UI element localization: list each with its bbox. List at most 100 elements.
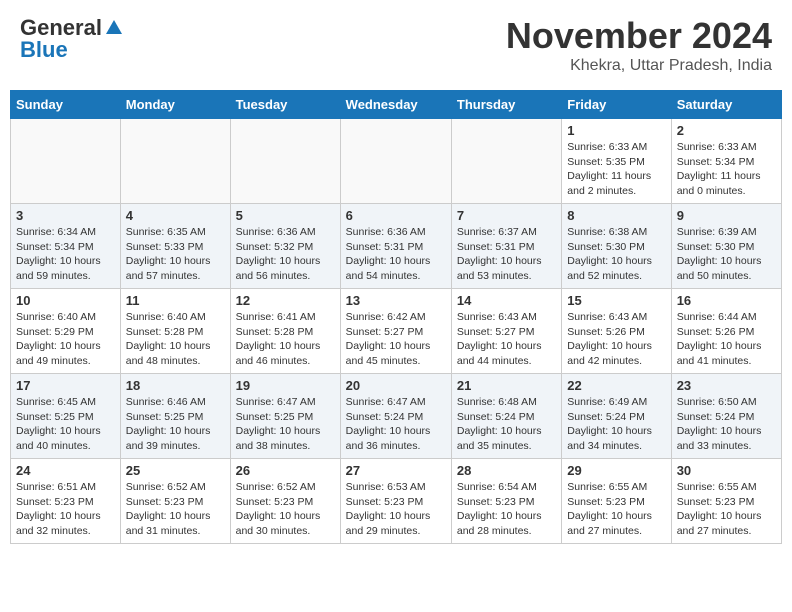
day-number: 8 [567, 208, 665, 223]
day-info: Sunrise: 6:44 AM Sunset: 5:26 PM Dayligh… [677, 310, 776, 369]
calendar-day-24: 24 Sunrise: 6:51 AM Sunset: 5:23 PM Dayli… [11, 459, 121, 544]
calendar-day-17: 17 Sunrise: 6:45 AM Sunset: 5:25 PM Dayli… [11, 374, 121, 459]
day-number: 13 [346, 293, 446, 308]
calendar-day-5: 5 Sunrise: 6:36 AM Sunset: 5:32 PM Daylig… [230, 204, 340, 289]
day-number: 21 [457, 378, 556, 393]
day-info: Sunrise: 6:33 AM Sunset: 5:34 PM Dayligh… [677, 140, 776, 199]
day-number: 22 [567, 378, 665, 393]
weekday-header-friday: Friday [562, 91, 671, 119]
day-info: Sunrise: 6:49 AM Sunset: 5:24 PM Dayligh… [567, 395, 665, 454]
calendar-day-3: 3 Sunrise: 6:34 AM Sunset: 5:34 PM Daylig… [11, 204, 121, 289]
day-info: Sunrise: 6:35 AM Sunset: 5:33 PM Dayligh… [126, 225, 225, 284]
day-info: Sunrise: 6:37 AM Sunset: 5:31 PM Dayligh… [457, 225, 556, 284]
day-number: 11 [126, 293, 225, 308]
calendar-day-16: 16 Sunrise: 6:44 AM Sunset: 5:26 PM Dayli… [671, 289, 781, 374]
weekday-header-monday: Monday [120, 91, 230, 119]
day-number: 7 [457, 208, 556, 223]
calendar-day-empty [451, 119, 561, 204]
day-number: 15 [567, 293, 665, 308]
day-number: 30 [677, 463, 776, 478]
day-info: Sunrise: 6:53 AM Sunset: 5:23 PM Dayligh… [346, 480, 446, 539]
calendar-day-14: 14Sunrise: 6:43 AM Sunset: 5:27 PM Dayli… [451, 289, 561, 374]
calendar-day-empty [340, 119, 451, 204]
calendar-day-2: 2 Sunrise: 6:33 AM Sunset: 5:34 PM Daylig… [671, 119, 781, 204]
day-info: Sunrise: 6:46 AM Sunset: 5:25 PM Dayligh… [126, 395, 225, 454]
day-info: Sunrise: 6:34 AM Sunset: 5:34 PM Dayligh… [16, 225, 115, 284]
day-number: 26 [236, 463, 335, 478]
day-info: Sunrise: 6:47 AM Sunset: 5:24 PM Dayligh… [346, 395, 446, 454]
calendar-day-29: 29 Sunrise: 6:55 AM Sunset: 5:23 PM Dayli… [562, 459, 671, 544]
calendar-day-12: 12 Sunrise: 6:41 AM Sunset: 5:28 PM Dayli… [230, 289, 340, 374]
day-number: 16 [677, 293, 776, 308]
day-number: 3 [16, 208, 115, 223]
day-info: Sunrise: 6:41 AM Sunset: 5:28 PM Dayligh… [236, 310, 335, 369]
day-number: 25 [126, 463, 225, 478]
calendar-day-6: 6 Sunrise: 6:36 AM Sunset: 5:31 PM Daylig… [340, 204, 451, 289]
day-number: 18 [126, 378, 225, 393]
calendar-day-4: 4Sunrise: 6:35 AM Sunset: 5:33 PM Daylig… [120, 204, 230, 289]
day-info: Sunrise: 6:47 AM Sunset: 5:25 PM Dayligh… [236, 395, 335, 454]
page-header: General Blue November 2024 Khekra, Uttar… [10, 10, 782, 80]
day-info: Sunrise: 6:43 AM Sunset: 5:27 PM Dayligh… [457, 310, 556, 369]
day-info: Sunrise: 6:38 AM Sunset: 5:30 PM Dayligh… [567, 225, 665, 284]
logo-blue: Blue [20, 37, 68, 63]
day-number: 5 [236, 208, 335, 223]
day-number: 2 [677, 123, 776, 138]
calendar-day-23: 23Sunrise: 6:50 AM Sunset: 5:24 PM Dayli… [671, 374, 781, 459]
weekday-header-sunday: Sunday [11, 91, 121, 119]
day-number: 12 [236, 293, 335, 308]
calendar-day-28: 28Sunrise: 6:54 AM Sunset: 5:23 PM Dayli… [451, 459, 561, 544]
calendar-day-20: 20 Sunrise: 6:47 AM Sunset: 5:24 PM Dayli… [340, 374, 451, 459]
day-info: Sunrise: 6:51 AM Sunset: 5:23 PM Dayligh… [16, 480, 115, 539]
day-info: Sunrise: 6:45 AM Sunset: 5:25 PM Dayligh… [16, 395, 115, 454]
calendar-day-30: 30 Sunrise: 6:55 AM Sunset: 5:23 PM Dayli… [671, 459, 781, 544]
calendar-day-1: 1Sunrise: 6:33 AM Sunset: 5:35 PM Daylig… [562, 119, 671, 204]
calendar-day-21: 21 Sunrise: 6:48 AM Sunset: 5:24 PM Dayli… [451, 374, 561, 459]
day-number: 29 [567, 463, 665, 478]
day-info: Sunrise: 6:36 AM Sunset: 5:32 PM Dayligh… [236, 225, 335, 284]
day-number: 6 [346, 208, 446, 223]
day-info: Sunrise: 6:55 AM Sunset: 5:23 PM Dayligh… [677, 480, 776, 539]
day-info: Sunrise: 6:39 AM Sunset: 5:30 PM Dayligh… [677, 225, 776, 284]
calendar-week-row: 17 Sunrise: 6:45 AM Sunset: 5:25 PM Dayli… [11, 374, 782, 459]
calendar-day-13: 13Sunrise: 6:42 AM Sunset: 5:27 PM Dayli… [340, 289, 451, 374]
day-info: Sunrise: 6:48 AM Sunset: 5:24 PM Dayligh… [457, 395, 556, 454]
calendar-day-11: 11 Sunrise: 6:40 AM Sunset: 5:28 PM Dayli… [120, 289, 230, 374]
day-number: 27 [346, 463, 446, 478]
day-number: 9 [677, 208, 776, 223]
calendar-day-15: 15 Sunrise: 6:43 AM Sunset: 5:26 PM Dayli… [562, 289, 671, 374]
day-info: Sunrise: 6:52 AM Sunset: 5:23 PM Dayligh… [126, 480, 225, 539]
weekday-header-wednesday: Wednesday [340, 91, 451, 119]
weekday-header-saturday: Saturday [671, 91, 781, 119]
location-title: Khekra, Uttar Pradesh, India [506, 57, 772, 75]
day-info: Sunrise: 6:40 AM Sunset: 5:29 PM Dayligh… [16, 310, 115, 369]
calendar-day-9: 9 Sunrise: 6:39 AM Sunset: 5:30 PM Daylig… [671, 204, 781, 289]
logo: General Blue [20, 15, 124, 63]
calendar-week-row: 10Sunrise: 6:40 AM Sunset: 5:29 PM Dayli… [11, 289, 782, 374]
month-title: November 2024 [506, 15, 772, 57]
day-number: 17 [16, 378, 115, 393]
calendar-day-25: 25 Sunrise: 6:52 AM Sunset: 5:23 PM Dayli… [120, 459, 230, 544]
day-info: Sunrise: 6:50 AM Sunset: 5:24 PM Dayligh… [677, 395, 776, 454]
day-info: Sunrise: 6:55 AM Sunset: 5:23 PM Dayligh… [567, 480, 665, 539]
calendar-day-26: 26 Sunrise: 6:52 AM Sunset: 5:23 PM Dayli… [230, 459, 340, 544]
logo-arrow-icon [104, 18, 124, 38]
day-number: 28 [457, 463, 556, 478]
day-info: Sunrise: 6:43 AM Sunset: 5:26 PM Dayligh… [567, 310, 665, 369]
calendar-day-empty [230, 119, 340, 204]
calendar-week-row: 3 Sunrise: 6:34 AM Sunset: 5:34 PM Daylig… [11, 204, 782, 289]
calendar-table: SundayMondayTuesdayWednesdayThursdayFrid… [10, 90, 782, 544]
calendar-day-empty [11, 119, 121, 204]
day-info: Sunrise: 6:52 AM Sunset: 5:23 PM Dayligh… [236, 480, 335, 539]
calendar-day-19: 19Sunrise: 6:47 AM Sunset: 5:25 PM Dayli… [230, 374, 340, 459]
day-info: Sunrise: 6:36 AM Sunset: 5:31 PM Dayligh… [346, 225, 446, 284]
day-number: 20 [346, 378, 446, 393]
calendar-day-10: 10Sunrise: 6:40 AM Sunset: 5:29 PM Dayli… [11, 289, 121, 374]
calendar-day-8: 8 Sunrise: 6:38 AM Sunset: 5:30 PM Daylig… [562, 204, 671, 289]
weekday-header-thursday: Thursday [451, 91, 561, 119]
day-info: Sunrise: 6:40 AM Sunset: 5:28 PM Dayligh… [126, 310, 225, 369]
calendar-day-27: 27 Sunrise: 6:53 AM Sunset: 5:23 PM Dayli… [340, 459, 451, 544]
calendar-day-empty [120, 119, 230, 204]
calendar-day-7: 7 Sunrise: 6:37 AM Sunset: 5:31 PM Daylig… [451, 204, 561, 289]
day-number: 24 [16, 463, 115, 478]
